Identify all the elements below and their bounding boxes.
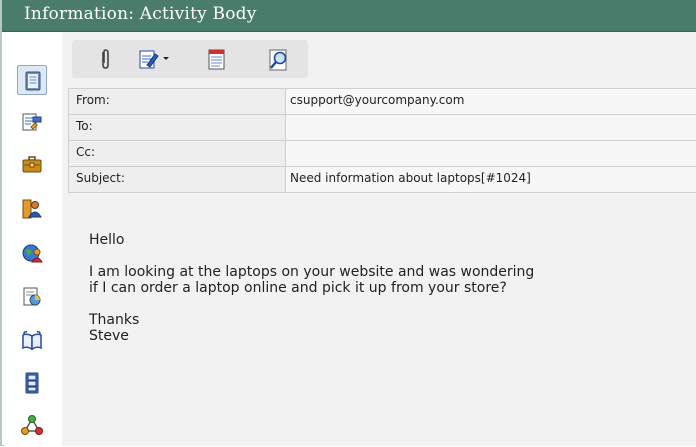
activity-body-icon[interactable]	[17, 65, 47, 95]
attachment-icon	[102, 49, 109, 69]
chevron-down-icon	[163, 57, 169, 60]
window-title: Information: Activity Body	[24, 4, 257, 24]
network-icon[interactable]	[18, 411, 46, 439]
title-bar: Information: Activity Body	[2, 0, 696, 32]
edit-note-icon[interactable]	[18, 108, 46, 136]
cabinet-icon[interactable]	[18, 369, 46, 397]
activity-body-panel: From: csupport@yourcompany.com To: Cc: S…	[62, 32, 696, 446]
message-signature: Steve	[89, 328, 129, 344]
report-icon[interactable]	[18, 283, 46, 311]
contacts-icon[interactable]	[18, 195, 46, 223]
to-row: To:	[69, 115, 696, 141]
to-value[interactable]	[286, 115, 696, 140]
attachment-button[interactable]	[88, 45, 122, 73]
subject-label: Subject:	[69, 167, 286, 192]
search-button[interactable]	[262, 45, 296, 73]
edit-dropdown-button[interactable]	[134, 45, 178, 73]
subject-value[interactable]: Need information about laptops[#1024]	[286, 167, 696, 192]
message-paragraph: I am looking at the laptops on your webs…	[89, 264, 535, 296]
cc-row: Cc:	[69, 141, 696, 167]
globe-people-icon[interactable]	[18, 239, 46, 267]
cc-label: Cc:	[69, 141, 286, 166]
message-closing: Thanks	[89, 312, 140, 328]
message-greeting: Hello	[89, 232, 125, 248]
notepad-button[interactable]	[200, 45, 234, 73]
open-book-icon[interactable]	[18, 327, 46, 355]
from-value[interactable]: csupport@yourcompany.com	[286, 89, 696, 114]
edit-icon	[139, 50, 159, 69]
from-row: From: csupport@yourcompany.com	[69, 89, 696, 115]
to-label: To:	[69, 115, 286, 140]
magnifier-icon	[269, 49, 287, 71]
sidebar	[4, 32, 62, 446]
toolbar	[72, 40, 308, 78]
briefcase-icon[interactable]	[18, 150, 46, 178]
cc-value[interactable]	[286, 141, 696, 166]
header-fields: From: csupport@yourcompany.com To: Cc: S…	[68, 88, 696, 193]
subject-row: Subject: Need information about laptops[…	[69, 167, 696, 193]
notepad-icon	[208, 49, 225, 70]
message-body[interactable]: Hello I am looking at the laptops on you…	[89, 232, 649, 360]
activity-window: Information: Activity Body From: csuppor…	[0, 0, 696, 446]
from-label: From:	[69, 89, 286, 114]
